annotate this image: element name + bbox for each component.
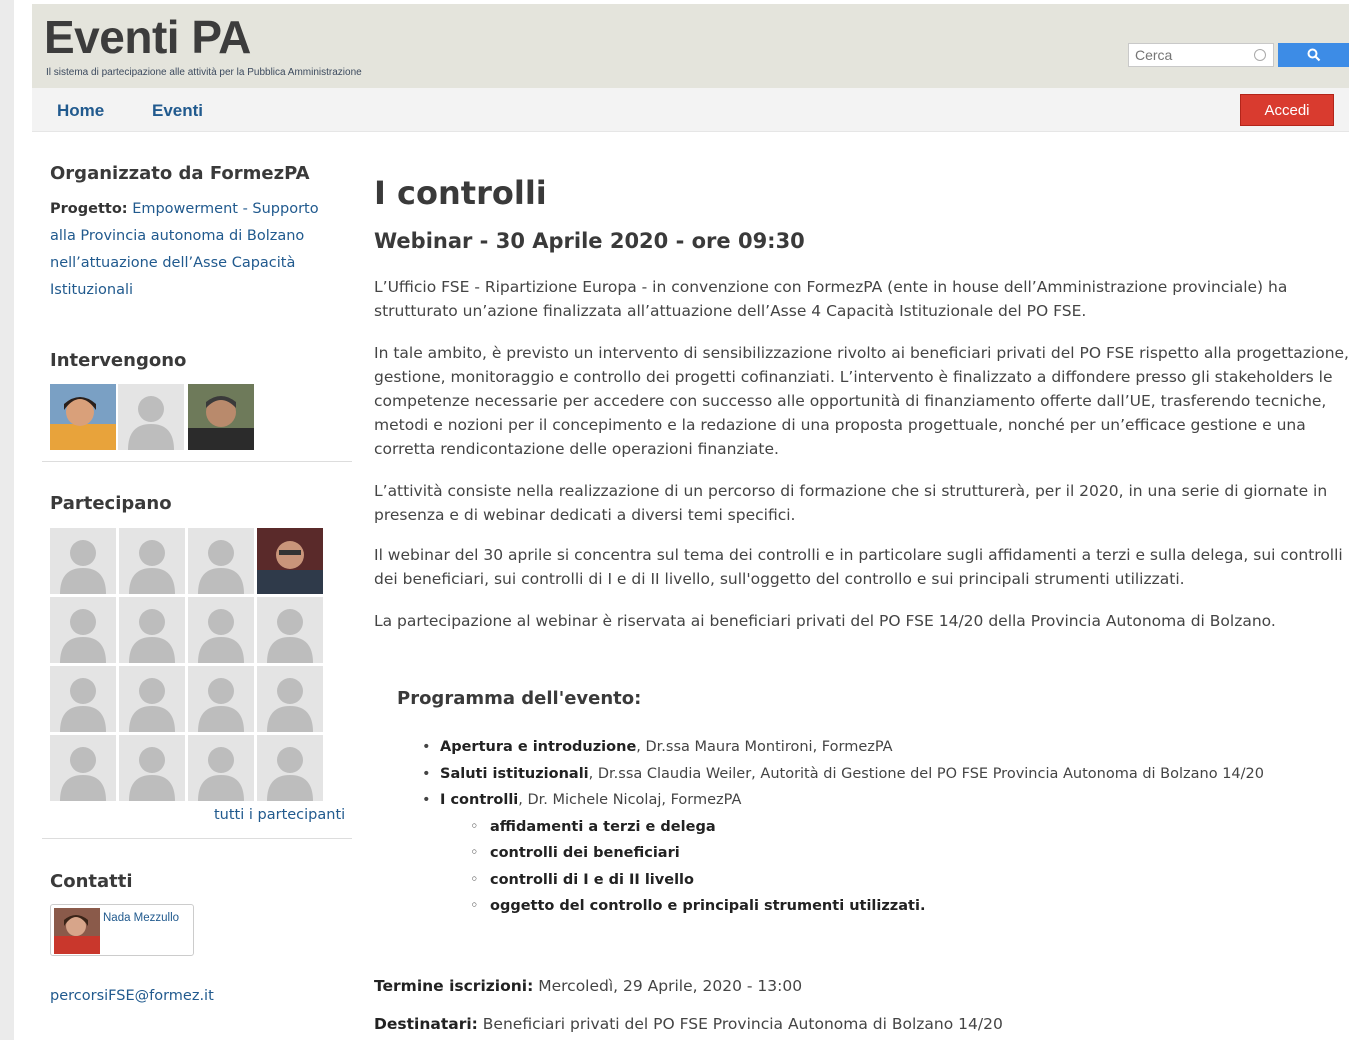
divider: [42, 461, 352, 462]
program-item: Apertura e introduzione, Dr.ssa Maura Mo…: [422, 734, 1264, 761]
speaker-avatar-placeholder[interactable]: [118, 384, 184, 450]
event-title: I controlli: [374, 174, 547, 212]
participant-avatar-placeholder[interactable]: [119, 528, 185, 594]
program-subitem: controlli dei beneficiari: [470, 840, 1264, 867]
program-subitem-text: controlli dei beneficiari: [490, 845, 680, 861]
site-title[interactable]: Eventi PA: [44, 14, 251, 60]
description-paragraph: L’attività consiste nella realizzazione …: [374, 482, 1328, 524]
participant-avatar-placeholder[interactable]: [50, 597, 116, 663]
program-item-speaker: , Dr.ssa Claudia Weiler, Autorità di Ges…: [588, 765, 1264, 782]
program-heading: Programma dell'evento:: [397, 688, 642, 709]
participant-avatar-placeholder[interactable]: [119, 666, 185, 732]
participant-avatar-placeholder[interactable]: [188, 735, 254, 801]
site-header: Eventi PA Il sistema di partecipazione a…: [32, 4, 1349, 88]
search-option-radio[interactable]: [1254, 49, 1266, 61]
recipients-label: Destinatari:: [374, 1015, 478, 1033]
speaker-avatar[interactable]: [188, 384, 254, 450]
project-info: Progetto: Empowerment - Supporto alla Pr…: [50, 196, 346, 304]
participant-avatar-placeholder[interactable]: [188, 528, 254, 594]
event-subtitle: Webinar - 30 Aprile 2020 - ore 09:30: [374, 229, 805, 253]
program-subitem-text: affidamenti a terzi e delega: [490, 818, 716, 835]
contact-email-link[interactable]: percorsiFSE@formez.it: [50, 988, 214, 1004]
program-item: Saluti istituzionali, Dr.ssa Claudia Wei…: [422, 761, 1264, 788]
speakers-heading: Intervengono: [50, 350, 187, 371]
participant-avatar[interactable]: [257, 528, 323, 594]
search-button[interactable]: [1278, 43, 1349, 67]
nav-home[interactable]: Home: [57, 101, 104, 121]
main-nav: Home Eventi Accedi: [32, 88, 1349, 132]
speaker-avatar[interactable]: [50, 384, 116, 450]
left-margin-strip: [0, 0, 14, 1040]
program-subitem: oggetto del controllo e principali strum…: [470, 893, 1264, 920]
participant-avatar-placeholder[interactable]: [257, 735, 323, 801]
project-label: Progetto:: [50, 201, 128, 217]
participant-avatar-placeholder[interactable]: [257, 597, 323, 663]
page: Eventi PA Il sistema di partecipazione a…: [32, 0, 1349, 1040]
program-item-speaker: , Dr.ssa Maura Montironi, FormezPA: [636, 739, 893, 755]
organizer-heading: Organizzato da FormezPA: [50, 163, 310, 184]
program-item: I controlli, Dr. Michele Nicolaj, Formez…: [422, 787, 1264, 920]
participant-avatar-placeholder[interactable]: [119, 735, 185, 801]
participant-avatar-placeholder[interactable]: [50, 666, 116, 732]
program-item-title: Saluti istituzionali: [440, 765, 589, 782]
description-paragraph: L’Ufficio FSE - Ripartizione Europa - in…: [374, 278, 1288, 320]
search-input[interactable]: [1128, 43, 1274, 67]
description-paragraph: Il webinar del 30 aprile si concentra su…: [374, 546, 1343, 588]
program-sublist: affidamenti a terzi e delega controlli d…: [440, 814, 1264, 920]
participant-avatar-placeholder[interactable]: [119, 597, 185, 663]
description-paragraph: La partecipazione al webinar è riservata…: [374, 612, 1276, 630]
participant-avatar-placeholder[interactable]: [188, 597, 254, 663]
all-participants-link[interactable]: tutti i partecipanti: [214, 807, 345, 823]
search-icon: [1307, 48, 1320, 62]
contact-avatar: [54, 908, 100, 954]
program-subitem: controlli di I e di II livello: [470, 867, 1264, 894]
program-subitem-text: controlli di I e di II livello: [490, 871, 694, 888]
contact-name[interactable]: Nada Mezzullo: [103, 911, 179, 926]
participants-heading: Partecipano: [50, 493, 172, 514]
divider: [42, 838, 352, 839]
deadline-label: Termine iscrizioni:: [374, 977, 534, 995]
login-button[interactable]: Accedi: [1240, 94, 1334, 126]
program-item-title: Apertura e introduzione: [440, 739, 637, 755]
contact-card[interactable]: Nada Mezzullo: [50, 904, 194, 956]
recipients: Destinatari: Beneficiari privati del PO …: [374, 1015, 1003, 1033]
participant-avatar-placeholder[interactable]: [50, 735, 116, 801]
deadline-value: Mercoledì, 29 Aprile, 2020 - 13:00: [538, 977, 803, 995]
program-list: Apertura e introduzione, Dr.ssa Maura Mo…: [422, 734, 1264, 920]
registration-deadline: Termine iscrizioni: Mercoledì, 29 Aprile…: [374, 977, 802, 995]
program-subitem: affidamenti a terzi e delega: [470, 814, 1264, 841]
nav-eventi[interactable]: Eventi: [152, 101, 203, 121]
participant-avatar-placeholder[interactable]: [257, 666, 323, 732]
participant-avatar-placeholder[interactable]: [50, 528, 116, 594]
site-tagline: Il sistema di partecipazione alle attivi…: [46, 67, 362, 78]
program-subitem-text: oggetto del controllo e principali strum…: [490, 898, 926, 914]
description-paragraph: In tale ambito, è previsto un intervento…: [374, 344, 1349, 458]
participant-avatar-placeholder[interactable]: [188, 666, 254, 732]
recipients-value: Beneficiari privati del PO FSE Provincia…: [482, 1015, 1003, 1033]
program-item-speaker: , Dr. Michele Nicolaj, FormezPA: [518, 792, 742, 808]
contacts-heading: Contatti: [50, 871, 133, 892]
program-item-title: I controlli: [440, 792, 519, 808]
